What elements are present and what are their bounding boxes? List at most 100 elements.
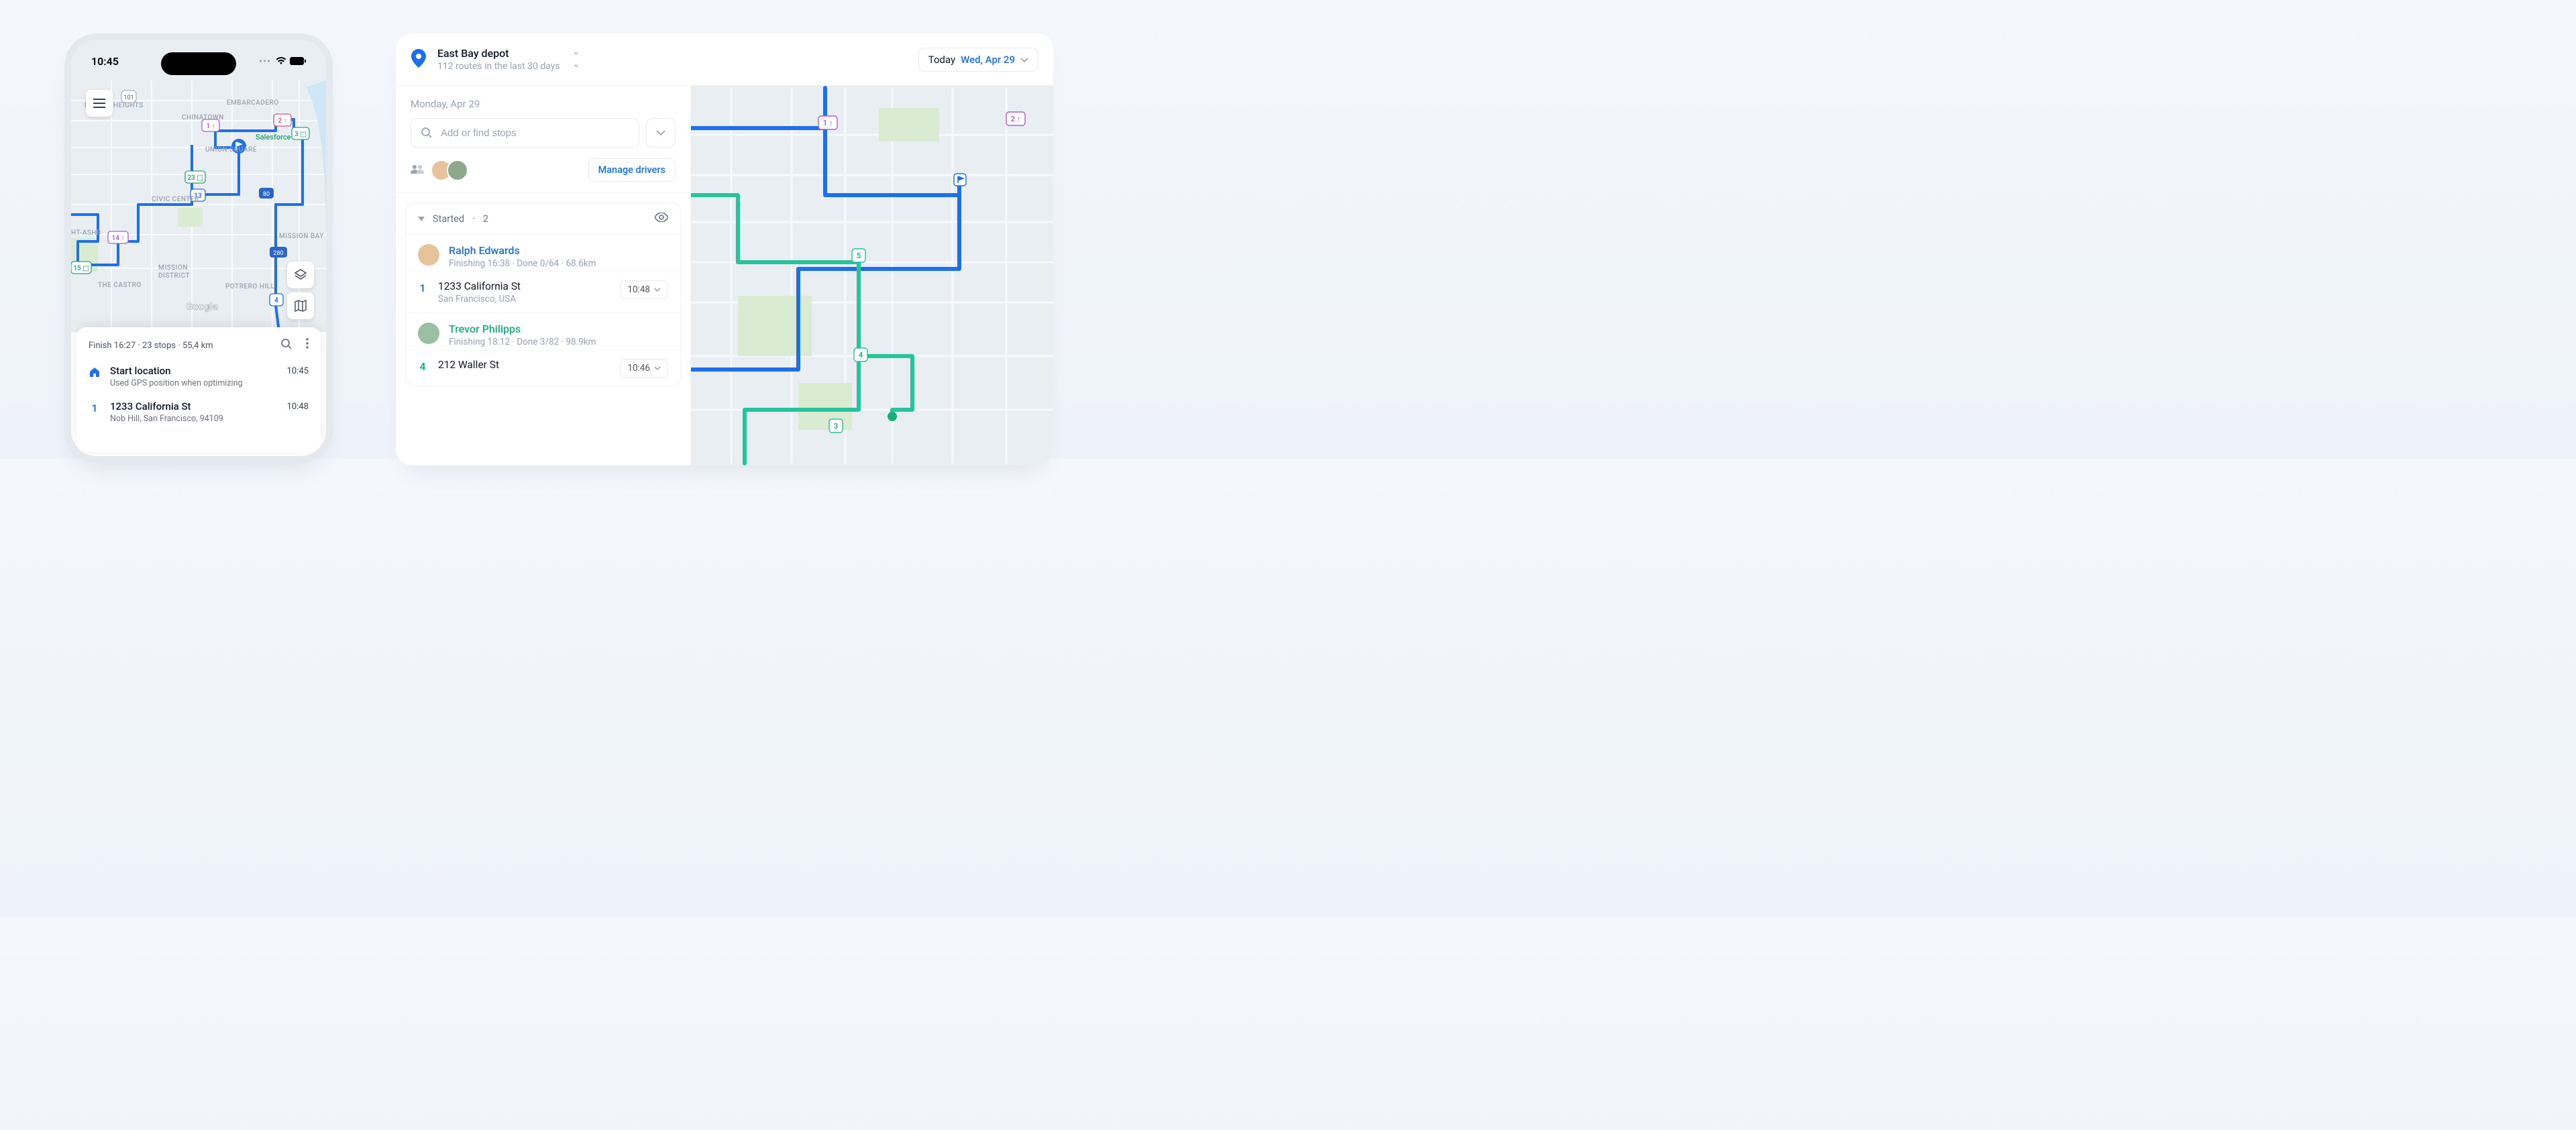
stop-number: 1 bbox=[89, 400, 101, 414]
stop-row-trevor[interactable]: 4 212 Waller St 10:46 bbox=[406, 351, 680, 386]
start-time: 10:45 bbox=[287, 365, 309, 376]
phone-clock: 10:45 bbox=[91, 55, 119, 68]
map-pin-15[interactable]: 15 ⬚ bbox=[71, 262, 91, 274]
stop-time-chip[interactable]: 10:48 bbox=[620, 280, 668, 299]
svg-text:MISSION: MISSION bbox=[158, 264, 188, 272]
routes-card: Started · 2 Ralph Edwards Finishing 16:3… bbox=[405, 203, 681, 386]
vehicle-marker bbox=[888, 412, 897, 421]
stop-number: 1 bbox=[418, 280, 427, 294]
map-pin-23[interactable]: 23 ⬚ bbox=[185, 171, 205, 183]
svg-text:EMBARCADERO: EMBARCADERO bbox=[227, 99, 279, 107]
svg-text:2 ↑: 2 ↑ bbox=[1011, 115, 1021, 123]
svg-text:CHINATOWN: CHINATOWN bbox=[182, 114, 224, 121]
svg-text:280: 280 bbox=[273, 250, 283, 257]
more-button[interactable] bbox=[306, 338, 309, 353]
phone-map[interactable]: 1 ↑ 2 ↑ 3 ⬚ 13 23 ⬚ 14 ↑ bbox=[71, 40, 326, 332]
search-button[interactable] bbox=[280, 338, 292, 353]
driver-row-trevor[interactable]: Trevor Philipps Finishing 18:12 · Done 3… bbox=[406, 313, 680, 351]
driver-meta: Finishing 18:12 · Done 3/82 · 98.9km bbox=[449, 337, 596, 347]
date-value: Wed, Apr 29 bbox=[961, 54, 1015, 66]
chevron-down-icon bbox=[1020, 54, 1028, 66]
svg-text:1 ↑: 1 ↑ bbox=[823, 119, 833, 127]
chevron-down-icon bbox=[654, 288, 661, 292]
stop-eta: 10:48 bbox=[287, 400, 309, 412]
desktop-header: East Bay depot 112 routes in the last 30… bbox=[396, 34, 1053, 86]
svg-text:4: 4 bbox=[859, 351, 863, 359]
card-count: 2 bbox=[483, 213, 488, 225]
map-pin-14[interactable]: 14 ↑ bbox=[108, 231, 128, 243]
flag-icon bbox=[954, 174, 966, 186]
driver-avatars[interactable] bbox=[431, 160, 468, 181]
svg-text:14 ↑: 14 ↑ bbox=[112, 235, 125, 242]
stop-number: 4 bbox=[418, 359, 427, 373]
highway-80-icon: 80 bbox=[259, 188, 274, 199]
visibility-toggle[interactable] bbox=[655, 213, 668, 225]
map-pin-3[interactable]: 3 ⬚ bbox=[292, 127, 309, 139]
map-layers-button[interactable] bbox=[287, 262, 314, 288]
map-pin-4[interactable]: 4 bbox=[854, 348, 867, 361]
chevron-down-icon bbox=[654, 366, 661, 371]
search-field[interactable] bbox=[411, 118, 639, 148]
svg-text:CIVIC CENTER: CIVIC CENTER bbox=[152, 196, 199, 203]
map-pin-4[interactable]: 4 bbox=[270, 294, 283, 306]
highway-101-icon: 101 bbox=[121, 91, 136, 103]
svg-text:2 ↑: 2 ↑ bbox=[278, 117, 286, 125]
hamburger-icon bbox=[93, 99, 105, 108]
map-pin-2[interactable]: 2 ↑ bbox=[1006, 112, 1025, 125]
start-subtitle: Used GPS position when optimizing bbox=[110, 378, 243, 388]
date-picker[interactable]: Today Wed, Apr 29 bbox=[918, 48, 1038, 72]
avatar bbox=[447, 160, 468, 181]
depot-subtitle: 112 routes in the last 30 days bbox=[437, 61, 560, 72]
wifi-icon bbox=[276, 55, 286, 68]
sidebar-date: Monday, Apr 29 bbox=[411, 98, 676, 110]
more-icon bbox=[306, 338, 309, 349]
people-icon bbox=[411, 164, 424, 176]
svg-text:HT-ASHB: HT-ASHB bbox=[71, 229, 101, 237]
manage-drivers-button[interactable]: Manage drivers bbox=[588, 158, 676, 182]
desktop-map[interactable]: 1 ↑ 2 ↑ 5 4 3 bbox=[691, 86, 1053, 465]
eye-icon bbox=[655, 213, 668, 222]
map-pin-5[interactable]: 5 bbox=[852, 249, 865, 262]
card-status: Started bbox=[433, 213, 464, 225]
driver-name: Trevor Philipps bbox=[449, 323, 596, 335]
battery-icon bbox=[290, 55, 306, 68]
stop-row-ralph[interactable]: 1 1233 California St San Francisco, USA … bbox=[406, 272, 680, 313]
avatar bbox=[418, 323, 439, 344]
stop-subtitle: Nob Hill, San Francisco, 94109 bbox=[110, 414, 223, 424]
menu-button[interactable] bbox=[86, 90, 113, 117]
expand-button[interactable] bbox=[646, 118, 676, 148]
svg-text:Salesforce: Salesforce bbox=[256, 133, 291, 142]
route-summary: Finish 16:27 · 23 stops · 55,4 km bbox=[89, 341, 213, 351]
depot-name: East Bay depot bbox=[437, 47, 560, 60]
stop-time-chip[interactable]: 10:46 bbox=[620, 359, 668, 378]
svg-text:MISSION BAY: MISSION BAY bbox=[279, 233, 324, 240]
date-label: Today bbox=[928, 54, 955, 66]
collapse-toggle[interactable] bbox=[418, 213, 425, 225]
search-input[interactable] bbox=[441, 127, 629, 139]
svg-text:23 ⬚: 23 ⬚ bbox=[187, 174, 203, 182]
layers-icon bbox=[294, 269, 307, 281]
caret-down-icon bbox=[418, 217, 425, 222]
desktop-window: East Bay depot 112 routes in the last 30… bbox=[396, 34, 1053, 465]
stop-address: 212 Waller St bbox=[438, 359, 499, 371]
phone-status-bar: 10:45 ••• bbox=[71, 55, 326, 68]
dot-separator: · bbox=[472, 213, 475, 225]
search-icon bbox=[421, 127, 433, 139]
svg-text:4: 4 bbox=[274, 297, 278, 304]
phone-device: 10:45 ••• bbox=[64, 34, 333, 463]
depot-pin-icon bbox=[411, 49, 437, 70]
svg-text:101: 101 bbox=[123, 95, 133, 101]
stop-address: 1233 California St bbox=[110, 400, 223, 412]
map-style-button[interactable] bbox=[287, 292, 314, 319]
map-pin-3[interactable]: 3 bbox=[829, 419, 843, 433]
stop-row-1[interactable]: 1 1233 California St Nob Hill, San Franc… bbox=[89, 400, 309, 424]
svg-text:80: 80 bbox=[263, 191, 270, 198]
driver-row-ralph[interactable]: Ralph Edwards Finishing 16:38 · Done 0/6… bbox=[406, 235, 680, 272]
start-location-row[interactable]: Start location Used GPS position when op… bbox=[89, 365, 309, 388]
cellular-icon: ••• bbox=[259, 56, 271, 67]
svg-text:1 ↑: 1 ↑ bbox=[206, 123, 215, 130]
depot-switcher[interactable]: ⌃ ⌃ bbox=[572, 54, 580, 65]
svg-text:15 ⬚: 15 ⬚ bbox=[73, 265, 89, 272]
map-pin-2[interactable]: 2 ↑ bbox=[274, 114, 291, 126]
map-pin-1[interactable]: 1 ↑ bbox=[818, 116, 837, 129]
